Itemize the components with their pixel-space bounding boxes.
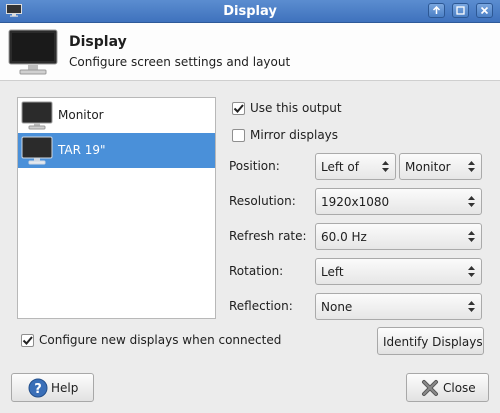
close-window-button[interactable] bbox=[476, 3, 493, 18]
output-list[interactable]: Monitor TAR 19" bbox=[17, 97, 216, 319]
resolution-value: 1920x1080 bbox=[321, 195, 390, 209]
identify-displays-button[interactable]: Identify Displays bbox=[377, 327, 484, 355]
window-title: Display bbox=[223, 4, 277, 19]
position-target-select[interactable]: Monitor bbox=[399, 153, 482, 180]
spin-arrows-icon bbox=[468, 196, 475, 207]
position-value: Left of bbox=[321, 160, 359, 174]
reflection-label: Reflection: bbox=[229, 299, 293, 313]
position-target-value: Monitor bbox=[405, 160, 451, 174]
page-title: Display bbox=[69, 34, 127, 50]
rotation-value: Left bbox=[321, 265, 344, 279]
restore-button[interactable] bbox=[452, 3, 469, 18]
minimize-icon bbox=[432, 6, 441, 14]
configure-new-label: Configure new displays when connected bbox=[39, 333, 282, 347]
spin-arrows-icon bbox=[382, 161, 389, 172]
help-icon: ? bbox=[28, 378, 48, 398]
resolution-label: Resolution: bbox=[229, 194, 296, 208]
use-output-checkbox[interactable] bbox=[232, 102, 245, 115]
close-icon bbox=[480, 6, 489, 15]
spin-arrows-icon bbox=[468, 301, 475, 312]
refresh-rate-value: 60.0 Hz bbox=[321, 230, 367, 244]
reflection-value: None bbox=[321, 300, 353, 314]
checkmark-icon bbox=[22, 336, 33, 345]
close-button[interactable]: Close bbox=[406, 373, 489, 402]
restore-icon bbox=[456, 6, 465, 15]
mirror-label: Mirror displays bbox=[250, 128, 339, 142]
close-label: Close bbox=[443, 381, 476, 395]
output-item-tar19[interactable]: TAR 19" bbox=[18, 133, 215, 168]
output-item-monitor[interactable]: Monitor bbox=[18, 98, 215, 133]
output-item-label: Monitor bbox=[58, 108, 104, 122]
rotation-select[interactable]: Left bbox=[315, 258, 482, 285]
refresh-rate-label: Refresh rate: bbox=[229, 229, 307, 243]
use-output-label: Use this output bbox=[250, 101, 342, 115]
monitor-icon bbox=[8, 29, 58, 75]
dialog-header: Display Configure screen settings and la… bbox=[0, 23, 500, 81]
checkmark-icon bbox=[233, 104, 244, 113]
configure-new-checkbox[interactable] bbox=[21, 334, 34, 347]
spin-arrows-icon bbox=[468, 266, 475, 277]
position-label: Position: bbox=[229, 159, 280, 173]
identify-displays-label: Identify Displays bbox=[383, 335, 483, 349]
window-titlebar[interactable]: Display bbox=[0, 0, 500, 23]
help-button[interactable]: ? Help bbox=[11, 373, 94, 402]
resolution-select[interactable]: 1920x1080 bbox=[315, 188, 482, 215]
monitor-icon bbox=[21, 101, 53, 130]
page-subtitle: Configure screen settings and layout bbox=[69, 55, 291, 69]
rotation-label: Rotation: bbox=[229, 264, 284, 278]
reflection-select[interactable]: None bbox=[315, 293, 482, 320]
monitor-icon bbox=[21, 136, 53, 165]
spin-arrows-icon bbox=[468, 231, 475, 242]
output-item-label: TAR 19" bbox=[58, 143, 106, 157]
svg-text:?: ? bbox=[34, 382, 42, 397]
close-x-icon bbox=[422, 380, 438, 396]
mirror-checkbox[interactable] bbox=[232, 129, 245, 142]
help-label: Help bbox=[51, 381, 79, 395]
spin-arrows-icon bbox=[468, 161, 475, 172]
minimize-button[interactable] bbox=[428, 3, 445, 18]
position-select[interactable]: Left of bbox=[315, 153, 396, 180]
refresh-rate-select[interactable]: 60.0 Hz bbox=[315, 223, 482, 250]
